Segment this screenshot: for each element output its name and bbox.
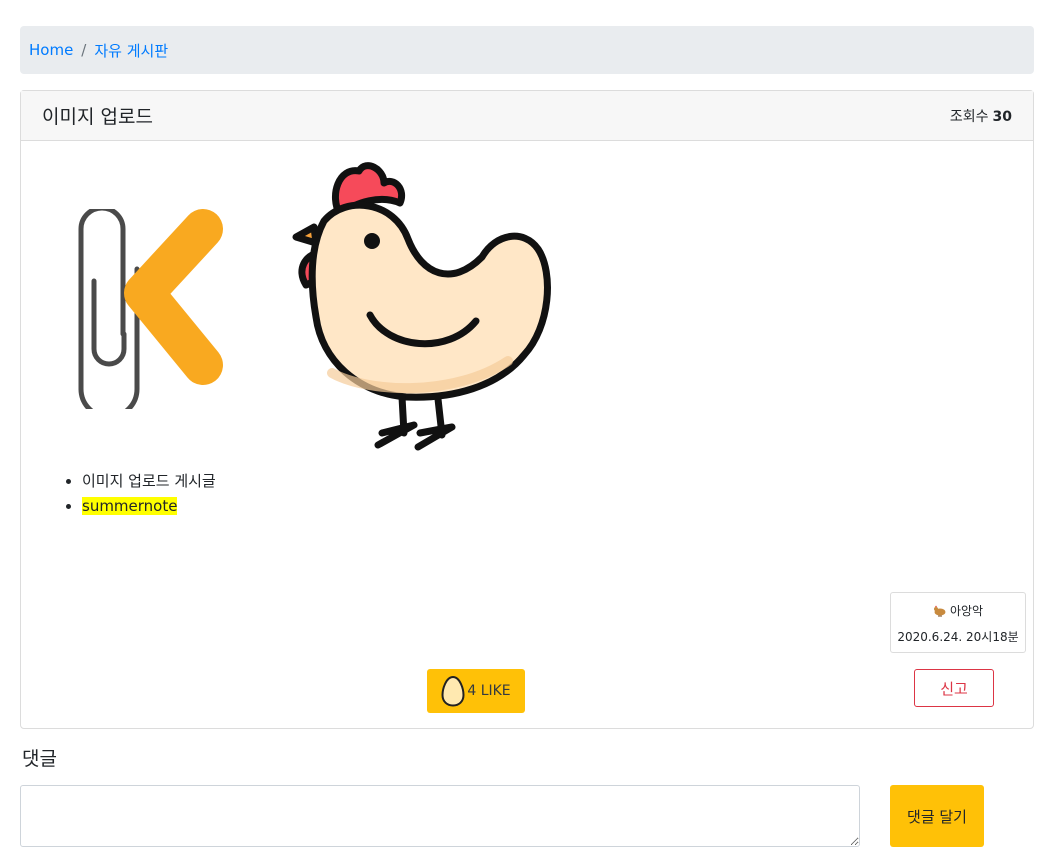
breadcrumb-home-link[interactable]: Home xyxy=(29,41,73,59)
like-label: 4 LIKE xyxy=(467,683,511,699)
author-info: 아앙악 2020.6.24. 20시18분 xyxy=(890,592,1026,653)
egg-icon xyxy=(441,675,465,707)
chicken-emoji-icon xyxy=(933,605,946,617)
list-item: 이미지 업로드 게시글 xyxy=(82,469,216,494)
comments-heading: 댓글 xyxy=(22,748,57,770)
post-content-list: 이미지 업로드 게시글 summernote xyxy=(82,469,216,519)
comment-input[interactable] xyxy=(20,785,860,847)
submit-comment-button[interactable]: 댓글 달기 xyxy=(890,785,984,847)
breadcrumb-board-link[interactable]: 자유 게시판 xyxy=(94,40,168,61)
post-header: 이미지 업로드 조회수 30 xyxy=(21,91,1033,141)
view-count-value: 30 xyxy=(992,108,1012,125)
highlighted-text: summernote xyxy=(82,497,178,515)
paperclip-k-logo-image xyxy=(78,209,223,409)
post-title: 이미지 업로드 xyxy=(42,106,153,128)
list-item-text: 이미지 업로드 게시글 xyxy=(82,472,216,490)
post-date: 2020.6.24. 20시18분 xyxy=(897,630,1019,644)
view-count: 조회수 30 xyxy=(950,106,1012,126)
post-card: 이미지 업로드 조회수 30 • 이미지 업로드 게시글 • summernot… xyxy=(20,90,1034,729)
view-count-label: 조회수 xyxy=(949,108,989,125)
chicken-image xyxy=(292,162,551,451)
breadcrumb: Home / 자유 게시판 xyxy=(20,26,1034,74)
breadcrumb-separator: / xyxy=(81,41,87,59)
like-button[interactable]: 4 LIKE xyxy=(427,669,525,713)
author-name: 아앙악 xyxy=(949,604,984,618)
author-line: 아앙악 xyxy=(891,602,1025,619)
list-item: summernote xyxy=(82,494,216,519)
report-button[interactable]: 신고 xyxy=(914,669,994,707)
